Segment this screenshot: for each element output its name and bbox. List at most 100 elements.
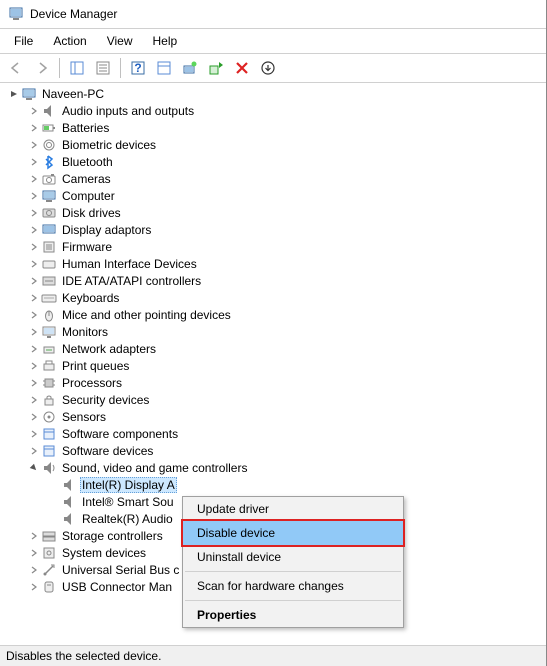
- menu-file[interactable]: File: [4, 31, 43, 51]
- tree-root[interactable]: Naveen-PC: [0, 85, 546, 102]
- tree-category[interactable]: Human Interface Devices: [0, 255, 546, 272]
- show-hide-tree-button[interactable]: [65, 56, 89, 80]
- tree-category[interactable]: Batteries: [0, 119, 546, 136]
- expand-arrow-icon[interactable]: [28, 207, 40, 219]
- sound-icon: [61, 477, 77, 493]
- tree-category[interactable]: Disk drives: [0, 204, 546, 221]
- expand-arrow-icon[interactable]: [28, 224, 40, 236]
- tree-category[interactable]: Monitors: [0, 323, 546, 340]
- expand-arrow-icon[interactable]: [28, 105, 40, 117]
- tree-category-label: Bluetooth: [60, 154, 115, 170]
- tree-category[interactable]: Keyboards: [0, 289, 546, 306]
- update-driver-icon: [208, 60, 224, 76]
- tree-category-label: Monitors: [60, 324, 110, 340]
- tree-device-selected[interactable]: Intel(R) Display A: [0, 476, 546, 493]
- expand-arrow-icon[interactable]: [28, 564, 40, 576]
- expand-arrow-icon[interactable]: [28, 139, 40, 151]
- expand-arrow-icon[interactable]: [28, 445, 40, 457]
- usb-icon: [41, 562, 57, 578]
- tree-category[interactable]: Display adaptors: [0, 221, 546, 238]
- tree-category-label: Security devices: [60, 392, 151, 408]
- uninstall-button[interactable]: [256, 56, 280, 80]
- ctx-disable-device[interactable]: Disable device: [181, 519, 405, 547]
- expand-arrow-icon[interactable]: [28, 173, 40, 185]
- expand-arrow-icon[interactable]: [28, 547, 40, 559]
- scan-button[interactable]: [178, 56, 202, 80]
- tree-category[interactable]: Cameras: [0, 170, 546, 187]
- expand-arrow-icon[interactable]: [28, 258, 40, 270]
- menu-action[interactable]: Action: [43, 31, 96, 51]
- printqueue-icon: [41, 358, 57, 374]
- expand-arrow-icon[interactable]: [28, 122, 40, 134]
- tree-category[interactable]: Mice and other pointing devices: [0, 306, 546, 323]
- forward-button[interactable]: [30, 56, 54, 80]
- computer-icon: [21, 86, 37, 102]
- tree-category-sound[interactable]: Sound, video and game controllers: [0, 459, 546, 476]
- expand-arrow-icon[interactable]: [28, 309, 40, 321]
- expand-arrow-icon[interactable]: [28, 190, 40, 202]
- help-icon: ?: [130, 60, 146, 76]
- sound-icon: [41, 460, 57, 476]
- tree-category[interactable]: Software devices: [0, 442, 546, 459]
- tree-category-label: Processors: [60, 375, 124, 391]
- tree-category[interactable]: Firmware: [0, 238, 546, 255]
- uninstall-icon: [260, 60, 276, 76]
- window-title: Device Manager: [30, 7, 117, 21]
- help-button[interactable]: ?: [126, 56, 150, 80]
- tree-category[interactable]: Processors: [0, 374, 546, 391]
- ctx-properties[interactable]: Properties: [183, 603, 403, 627]
- storage-icon: [41, 528, 57, 544]
- update-driver-button[interactable]: [204, 56, 228, 80]
- expand-arrow-icon[interactable]: [28, 156, 40, 168]
- tree-category-label: System devices: [60, 545, 148, 561]
- expand-arrow-icon[interactable]: [28, 292, 40, 304]
- tree-category[interactable]: Biometric devices: [0, 136, 546, 153]
- ctx-uninstall-device[interactable]: Uninstall device: [183, 545, 403, 569]
- expand-arrow-icon[interactable]: [28, 377, 40, 389]
- device-tree[interactable]: Naveen-PC Audio inputs and outputsBatter…: [0, 83, 546, 645]
- expand-arrow-icon[interactable]: [28, 343, 40, 355]
- tree-category[interactable]: Security devices: [0, 391, 546, 408]
- tree-category-label: IDE ATA/ATAPI controllers: [60, 273, 203, 289]
- tree-category-label: Universal Serial Bus c: [60, 562, 181, 578]
- expand-arrow-icon[interactable]: [28, 394, 40, 406]
- expand-arrow-icon[interactable]: [28, 275, 40, 287]
- biometric-icon: [41, 137, 57, 153]
- expand-arrow-icon[interactable]: [28, 326, 40, 338]
- menu-view[interactable]: View: [97, 31, 143, 51]
- expand-arrow-icon[interactable]: [28, 360, 40, 372]
- tree-category[interactable]: Audio inputs and outputs: [0, 102, 546, 119]
- tree-category[interactable]: Computer: [0, 187, 546, 204]
- expand-arrow-icon[interactable]: [28, 428, 40, 440]
- tree-category[interactable]: IDE ATA/ATAPI controllers: [0, 272, 546, 289]
- tree-category[interactable]: Software components: [0, 425, 546, 442]
- context-menu: Update driver Disable device Uninstall d…: [182, 496, 404, 628]
- sound-icon: [61, 511, 77, 527]
- sound-icon: [61, 494, 77, 510]
- ctx-update-driver[interactable]: Update driver: [183, 497, 403, 521]
- action-button[interactable]: [152, 56, 176, 80]
- software-icon: [41, 426, 57, 442]
- menu-help[interactable]: Help: [143, 31, 188, 51]
- expand-arrow-icon[interactable]: [28, 411, 40, 423]
- status-text: Disables the selected device.: [6, 649, 161, 663]
- properties-button[interactable]: [91, 56, 115, 80]
- tree-category[interactable]: Print queues: [0, 357, 546, 374]
- collapse-arrow-icon[interactable]: [28, 462, 40, 474]
- processor-icon: [41, 375, 57, 391]
- expand-arrow-icon[interactable]: [28, 241, 40, 253]
- expand-arrow-icon[interactable]: [8, 88, 20, 100]
- ctx-scan-hardware[interactable]: Scan for hardware changes: [183, 574, 403, 598]
- tree-category[interactable]: Bluetooth: [0, 153, 546, 170]
- tree-category[interactable]: Sensors: [0, 408, 546, 425]
- menubar: File Action View Help: [0, 29, 546, 54]
- tree-category-label: Computer: [60, 188, 117, 204]
- expand-arrow-icon[interactable]: [28, 581, 40, 593]
- disable-button[interactable]: [230, 56, 254, 80]
- tree-category-label: Network adapters: [60, 341, 158, 357]
- tree-category-label: Keyboards: [60, 290, 121, 306]
- expand-arrow-icon[interactable]: [28, 530, 40, 542]
- tree-category-label: Biometric devices: [60, 137, 158, 153]
- back-button[interactable]: [4, 56, 28, 80]
- tree-category[interactable]: Network adapters: [0, 340, 546, 357]
